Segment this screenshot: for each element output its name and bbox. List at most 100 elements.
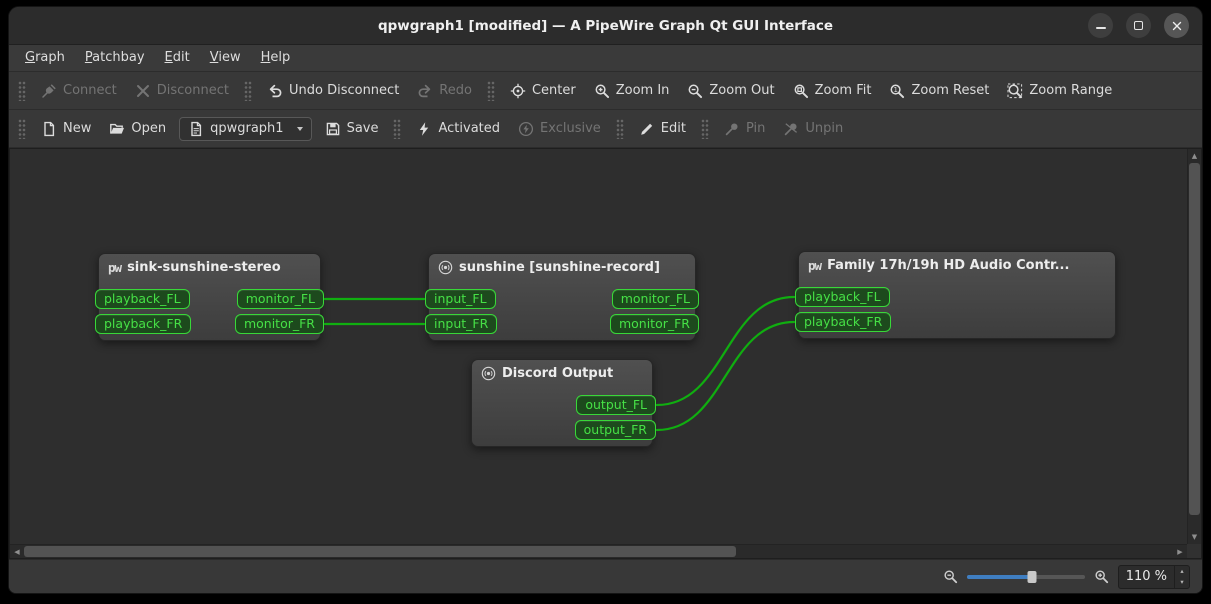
- zoom-range-label: Zoom Range: [1029, 83, 1113, 98]
- new-button[interactable]: New: [33, 116, 99, 142]
- close-button[interactable]: [1164, 13, 1189, 38]
- input-port[interactable]: playback_FL: [795, 287, 890, 307]
- node-header: pw sink-sunshine-stereo: [99, 254, 320, 281]
- zoom-in-mini-icon[interactable]: [1094, 569, 1109, 584]
- node-title: sunshine [sunshine-record]: [459, 260, 660, 275]
- scroll-up-button[interactable]: ▲: [1188, 149, 1201, 163]
- open-button[interactable]: Open: [101, 116, 174, 142]
- zoom-reset-button[interactable]: 1 Zoom Reset: [881, 78, 997, 104]
- zoom-out-mini-icon[interactable]: [943, 569, 958, 584]
- activated-button[interactable]: Activated: [408, 116, 508, 142]
- media-node-icon: [438, 260, 453, 275]
- statusbar: 110 % ▴ ▾: [9, 559, 1202, 593]
- menu-edit[interactable]: Edit: [155, 45, 200, 71]
- input-port[interactable]: playback_FL: [95, 289, 190, 309]
- toolbar-grip: [615, 118, 624, 139]
- maximize-icon: [1134, 21, 1143, 30]
- graph-canvas[interactable]: pw sink-sunshine-stereo playback_FL playbac…: [10, 149, 1187, 544]
- maximize-button[interactable]: [1126, 13, 1151, 38]
- output-port[interactable]: monitor_FR: [609, 314, 699, 334]
- pin-icon: [724, 121, 740, 137]
- scroll-left-button[interactable]: ◀: [10, 545, 24, 558]
- zoom-fit-icon: [793, 83, 809, 99]
- chevron-down-icon: [296, 126, 303, 131]
- vertical-scroll-track[interactable]: [1189, 163, 1200, 530]
- pin-label: Pin: [745, 121, 766, 136]
- edit-label: Edit: [660, 121, 686, 136]
- open-label: Open: [131, 121, 167, 136]
- undo-icon: [267, 83, 283, 99]
- unpin-icon: [783, 121, 799, 137]
- zoom-percent-spinbox[interactable]: 110 % ▴ ▾: [1117, 564, 1190, 589]
- disconnect-label: Disconnect: [156, 83, 229, 98]
- zoom-out-label: Zoom Out: [709, 83, 775, 98]
- menubar: Graph Patchbay Edit View Help: [9, 45, 1202, 72]
- pipewire-icon: pw: [808, 258, 822, 273]
- zoom-fit-button[interactable]: Zoom Fit: [785, 78, 880, 104]
- horizontal-scroll-thumb[interactable]: [24, 546, 737, 557]
- menu-graph[interactable]: Graph: [15, 45, 75, 71]
- output-port[interactable]: monitor_FL: [236, 289, 324, 309]
- zoom-out-button[interactable]: Zoom Out: [679, 78, 782, 104]
- input-port[interactable]: input_FR: [425, 314, 498, 334]
- qpwgraph1-dropdown[interactable]: qpwgraph1: [179, 116, 312, 141]
- horizontal-scroll-track[interactable]: [24, 546, 1173, 557]
- menu-patchbay[interactable]: Patchbay: [75, 45, 155, 71]
- menu-help[interactable]: Help: [251, 45, 301, 71]
- scrollbar-corner: [1187, 544, 1201, 558]
- output-port[interactable]: output_FL: [576, 395, 656, 415]
- undo-disconnect-button[interactable]: Undo Disconnect: [259, 78, 407, 104]
- zoom-range-icon: [1007, 83, 1023, 99]
- redo-label: Redo: [439, 83, 472, 98]
- connect-label: Connect: [63, 83, 117, 98]
- toolbar-grip: [486, 80, 495, 101]
- graph-node[interactable]: Discord Output output_FL output_FR: [471, 359, 656, 447]
- input-port[interactable]: playback_FR: [795, 312, 892, 332]
- graph-node[interactable]: pw Family 17h/19h HD Audio Contr... playba…: [795, 251, 1116, 339]
- zoom-slider-handle[interactable]: [1027, 570, 1037, 583]
- spin-down-button[interactable]: ▾: [1175, 577, 1189, 588]
- graph-node[interactable]: sunshine [sunshine-record] input_FL input_…: [425, 253, 699, 341]
- menu-view[interactable]: View: [200, 45, 251, 71]
- pin-button[interactable]: Pin: [716, 116, 773, 142]
- minimize-button[interactable]: [1088, 13, 1113, 38]
- connect-button[interactable]: Connect: [33, 78, 125, 104]
- canvas-area: pw sink-sunshine-stereo playback_FL playbac…: [9, 148, 1202, 559]
- spin-up-button[interactable]: ▴: [1175, 566, 1189, 577]
- horizontal-scrollbar[interactable]: ◀ ▶: [10, 544, 1187, 558]
- qpwgraph1-label: qpwgraph1: [210, 121, 284, 136]
- vertical-scroll-thumb[interactable]: [1189, 163, 1200, 516]
- graph-toolbar: Connect Disconnect Undo Disconnect Redo Cent…: [9, 72, 1202, 110]
- scroll-down-button[interactable]: ▼: [1188, 530, 1201, 544]
- graph-node[interactable]: pw sink-sunshine-stereo playback_FLplaybac…: [95, 253, 324, 341]
- vertical-scrollbar[interactable]: ▲ ▼: [1187, 149, 1201, 544]
- edit-button[interactable]: Edit: [631, 116, 694, 142]
- zoom-reset-label: Zoom Reset: [911, 83, 990, 98]
- scroll-right-button[interactable]: ▶: [1173, 545, 1187, 558]
- zoom-range-button[interactable]: Zoom Range: [999, 78, 1120, 104]
- input-port[interactable]: playback_FR: [95, 314, 192, 334]
- zoom-slider[interactable]: [966, 569, 1085, 585]
- new-label: New: [63, 121, 92, 136]
- svg-text:1: 1: [894, 86, 898, 94]
- save-button[interactable]: Save: [317, 116, 387, 142]
- toolbar-grip: [393, 118, 402, 139]
- zoom-in-icon: [594, 83, 610, 99]
- input-port[interactable]: input_FL: [425, 289, 496, 309]
- disconnect-button[interactable]: Disconnect: [127, 78, 237, 104]
- redo-button[interactable]: Redo: [409, 78, 480, 104]
- minimize-icon: [1095, 27, 1106, 29]
- node-header: Discord Output: [472, 360, 652, 387]
- exclusive-label: Exclusive: [540, 121, 601, 136]
- open-folder-icon: [109, 121, 125, 137]
- center-button[interactable]: Center: [502, 78, 584, 104]
- output-port[interactable]: monitor_FR: [234, 314, 324, 334]
- node-title: Discord Output: [502, 366, 614, 381]
- output-port[interactable]: output_FR: [574, 420, 656, 440]
- node-header: pw Family 17h/19h HD Audio Contr...: [799, 252, 1115, 279]
- output-port[interactable]: monitor_FL: [611, 289, 699, 309]
- unpin-button[interactable]: Unpin: [775, 116, 851, 142]
- exclusive-button[interactable]: Exclusive: [510, 116, 609, 142]
- zoom-in-button[interactable]: Zoom In: [586, 78, 678, 104]
- titlebar[interactable]: qpwgraph1 [modified] — A PipeWire Graph …: [9, 7, 1202, 45]
